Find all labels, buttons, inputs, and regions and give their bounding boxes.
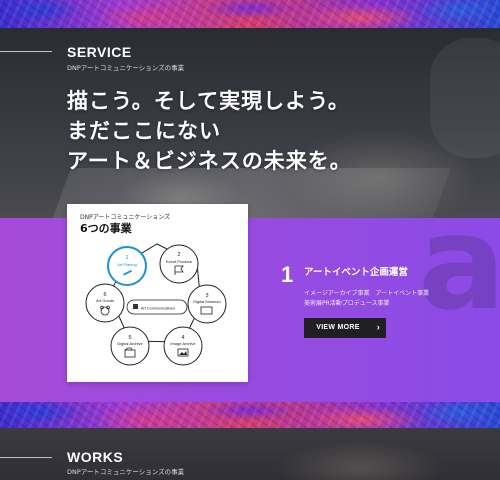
service-title: SERVICE [67,44,132,60]
svg-text:Image Archive: Image Archive [170,341,196,346]
svg-text:Event Produce: Event Produce [166,259,193,264]
chevron-right-icon: › [376,322,380,332]
diagram-node-5[interactable]: 5 Digital Archive [110,326,150,366]
works-rule [0,457,52,458]
business-diagram: Art Communications 1 Art Planing 2 Event… [85,243,227,366]
ac-logo-watermark: a [418,218,500,339]
view-more-button[interactable]: VIEW MORE › [304,318,386,338]
works-subtitle: DNPアートコミュニケーションズの事業 [67,468,185,476]
detail-number: 1 [281,262,294,287]
ac-small-logo-icon [133,304,138,309]
business-diagram-card: DNPアートコミュニケーションズ 6つの事業 Art Communication… [67,204,248,382]
detail-line-2: 美術展PR活動プロデュース事業 [304,300,390,307]
paint-strip-top [0,0,500,28]
service-subtitle: DNPアートコミュニケーションズの事業 [67,64,185,72]
svg-text:Art Goods: Art Goods [96,298,114,303]
center-label: Art Communications [141,307,175,311]
svg-text:Digital Museum: Digital Museum [193,299,221,304]
paint-strip-middle [0,402,500,428]
svg-text:1: 1 [125,255,128,261]
diagram-node-6[interactable]: 6 Art Goods [85,283,125,323]
svg-text:Digital Archive: Digital Archive [117,341,143,346]
diagram-node-1[interactable]: 1 Art Planing [107,246,147,286]
svg-text:Art Planing: Art Planing [117,262,137,267]
svg-text:2: 2 [177,252,180,258]
service-rule [0,51,52,52]
view-more-label: VIEW MORE [316,324,360,331]
service-headline: 描こう。そして実現しよう。 まだここにない アート＆ビジネスの未来を。 [67,89,352,173]
diagram-node-3[interactable]: 3 Digital Museum [187,284,227,324]
detail-line-1: イメージアーカイブ事業 アートイベント事業 [304,290,430,297]
hero-background-shape [430,38,500,158]
works-title: WORKS [67,449,124,465]
diagram-node-4[interactable]: 4 Image Archive [163,326,203,366]
diagram-node-2[interactable]: 2 Event Produce [159,244,199,284]
detail-title: アートイベント企画運営 [304,267,408,278]
